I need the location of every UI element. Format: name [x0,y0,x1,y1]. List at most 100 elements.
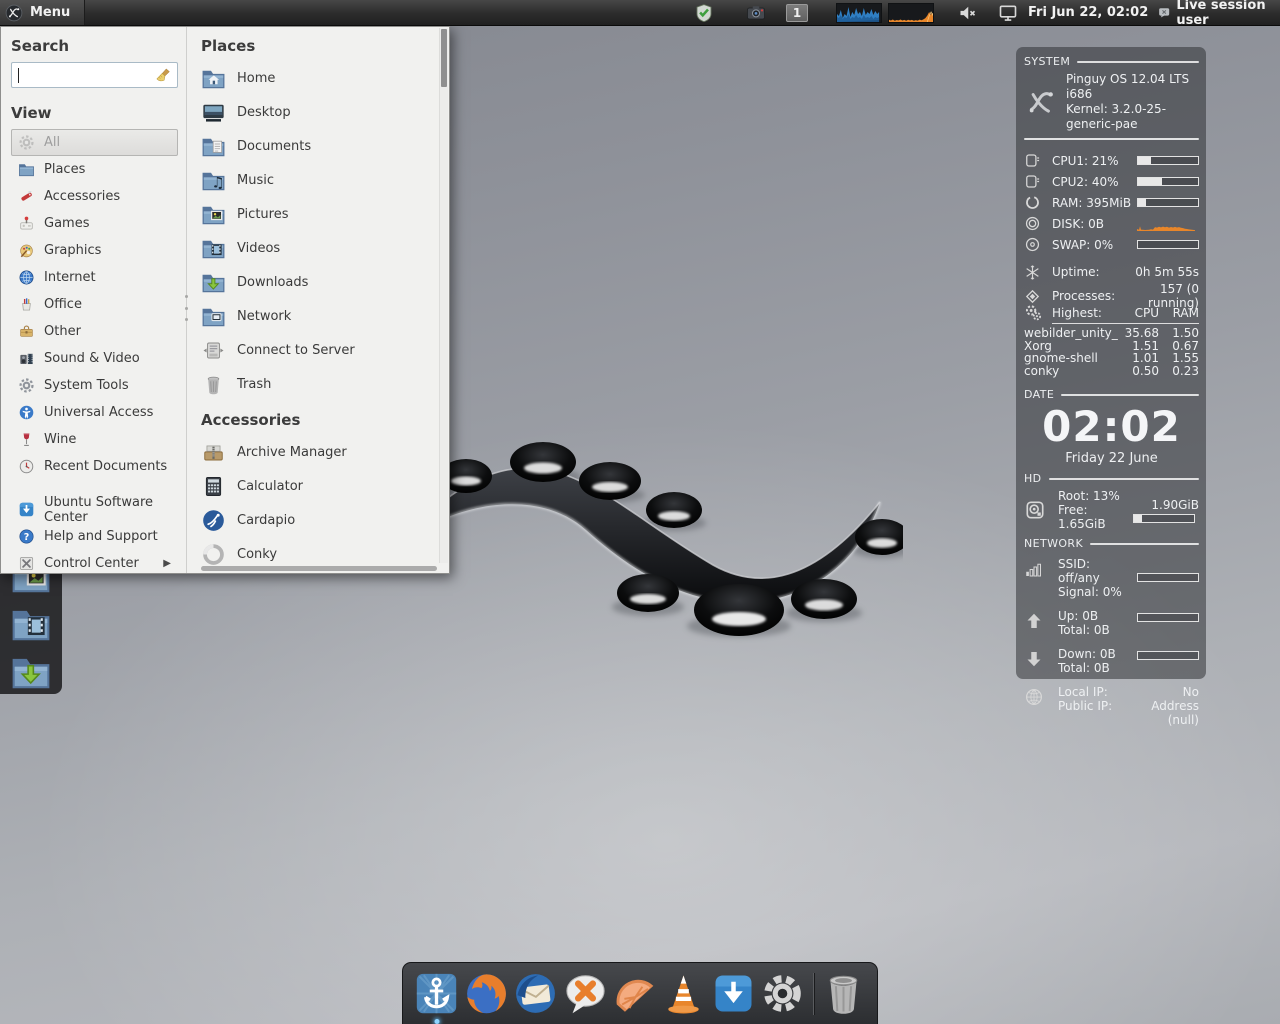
wine-glass-icon [18,431,35,448]
net-line1: SSID: off/any [1058,557,1129,585]
system-info: Pinguy OS 12.04 LTS i686 Kernel: 3.2.0-2… [1066,72,1199,132]
view-item-label: Places [44,162,85,177]
submenu-arrow-icon: ▶ [163,558,171,569]
desktop-screen-icon [201,100,226,125]
dock-item-xchat[interactable] [560,970,609,1018]
hard-disk-icon [1024,499,1046,521]
menu-horizontal-scrollbar[interactable] [201,566,437,571]
conky-section-network: NETWORK [1024,537,1199,550]
running-indicator [434,1019,439,1024]
menu-item-label: Cardapio [237,513,295,528]
menu-item-trash[interactable]: Trash [201,367,431,401]
tray-workspace-switcher[interactable]: 1 [786,2,808,23]
view-item-graphics[interactable]: Graphics [11,237,178,264]
menu-item-downloads[interactable]: Downloads [201,265,431,299]
sound-video-icon [18,350,35,367]
info-label: Uptime: [1052,265,1131,279]
menu-vertical-scrollbar[interactable] [439,28,448,563]
action-control-center[interactable]: Control Center▶ [11,550,178,577]
view-item-universal-access[interactable]: Universal Access [11,399,178,426]
action-help-and-support[interactable]: ?Help and Support [11,523,178,550]
session-indicator[interactable]: Live session user [1158,0,1280,25]
menu-item-music[interactable]: ♫Music [201,163,431,197]
menu-left-column: Search View AllPlacesAccessoriesGamesGra… [1,27,187,573]
view-item-sound-video[interactable]: Sound & Video [11,345,178,372]
search-section-header: Search [11,37,178,55]
menu-item-desktop[interactable]: Desktop [201,95,431,129]
help-circle-icon: ? [18,528,35,545]
tray-cpu-monitor-graph[interactable] [836,2,882,23]
view-item-games[interactable]: Games [11,210,178,237]
trash-small-icon [201,372,226,397]
view-item-system-tools[interactable]: System Tools [11,372,178,399]
view-item-all[interactable]: All [11,129,178,156]
tray-volume[interactable] [958,2,978,23]
menu-button[interactable]: Menu [0,0,85,25]
scrollbar-thumb[interactable] [441,29,447,87]
menu-item-cardapio[interactable]: Cardapio [201,503,431,537]
action-ubuntu-software-center[interactable]: Ubuntu Software Center [11,496,178,523]
dock-item-docky[interactable] [412,970,461,1018]
strip-item-videos-folder[interactable] [8,602,54,645]
menu-item-archive-manager[interactable]: Archive Manager [201,435,431,469]
process-ram: 0.23 [1163,365,1199,378]
panel-clock[interactable]: Fri Jun 22, 02:02 [1028,0,1148,25]
conky-section-date: DATE [1024,388,1199,401]
control-center-icon [18,555,35,572]
dock-item-firefox[interactable] [461,970,510,1018]
dock-item-thunderbird[interactable] [511,970,560,1018]
tray-security-shield[interactable] [694,2,714,23]
wallpaper-chrome-swoosh [428,430,903,668]
cpu-graph-icon [836,3,882,23]
search-input[interactable] [11,62,178,88]
process-ram: 1.50 [1163,327,1199,340]
volume-muted-icon [958,3,978,23]
dock-item-clementine[interactable] [610,970,659,1018]
menu-item-documents[interactable]: Documents [201,129,431,163]
net-line2: Total: 0B [1058,661,1129,675]
tray-display-settings[interactable] [998,2,1018,23]
meter-label: SWAP: 0% [1052,238,1133,252]
camera-icon [746,3,766,23]
menu-item-network[interactable]: Network [201,299,431,333]
recent-clock-icon [18,458,35,475]
dock-item-trash[interactable] [819,970,868,1018]
dock-item-download-manager[interactable] [709,970,758,1018]
workspace-label: 1 [786,4,808,22]
menu-item-label: Trash [237,377,271,392]
menu-item-videos[interactable]: Videos [201,231,431,265]
dock-item-vlc[interactable] [659,970,708,1018]
net-line1: Up: 0B [1058,609,1129,623]
menu-item-label: Home [237,71,275,86]
menu-item-connect-to-server[interactable]: Connect to Server [201,333,431,367]
clock-label: Fri Jun 22, 02:02 [1028,5,1148,20]
view-item-internet[interactable]: Internet [11,264,178,291]
net-row-down: Down: 0BTotal: 0B [1024,647,1199,675]
view-item-wine[interactable]: Wine [11,426,178,453]
strip-item-downloads-folder[interactable] [8,651,54,694]
clock-time: 02:02 [1024,405,1199,449]
dock-item-system-settings[interactable] [758,970,807,1018]
view-item-office[interactable]: Office [11,291,178,318]
tray-screenshot-tool[interactable] [746,2,766,23]
view-item-accessories[interactable]: Accessories [11,183,178,210]
menu-item-calculator[interactable]: Calculator [201,469,431,503]
view-item-recent-documents[interactable]: Recent Documents [11,453,178,480]
menu-item-pictures[interactable]: Pictures [201,197,431,231]
hd-bar [1133,514,1195,523]
net-row-local-ip: Local IP:Public IP:No Address(null) [1024,685,1199,727]
view-item-places[interactable]: Places [11,156,178,183]
folder-documents-icon [201,134,226,159]
menu-item-label: Desktop [237,105,291,120]
menu-item-label: Music [237,173,274,188]
hd-header: HD [1024,472,1042,485]
archive-manager-icon [201,440,226,465]
cpu-chip-icon [1024,152,1041,169]
tray-network-monitor-graph[interactable] [888,2,934,23]
net-bar [1137,573,1199,582]
net-graph-icon [888,3,934,23]
menu-item-home[interactable]: Home [201,61,431,95]
net-right: No Address(null) [1133,685,1199,727]
folder-pictures-icon [201,202,226,227]
view-item-other[interactable]: Other [11,318,178,345]
